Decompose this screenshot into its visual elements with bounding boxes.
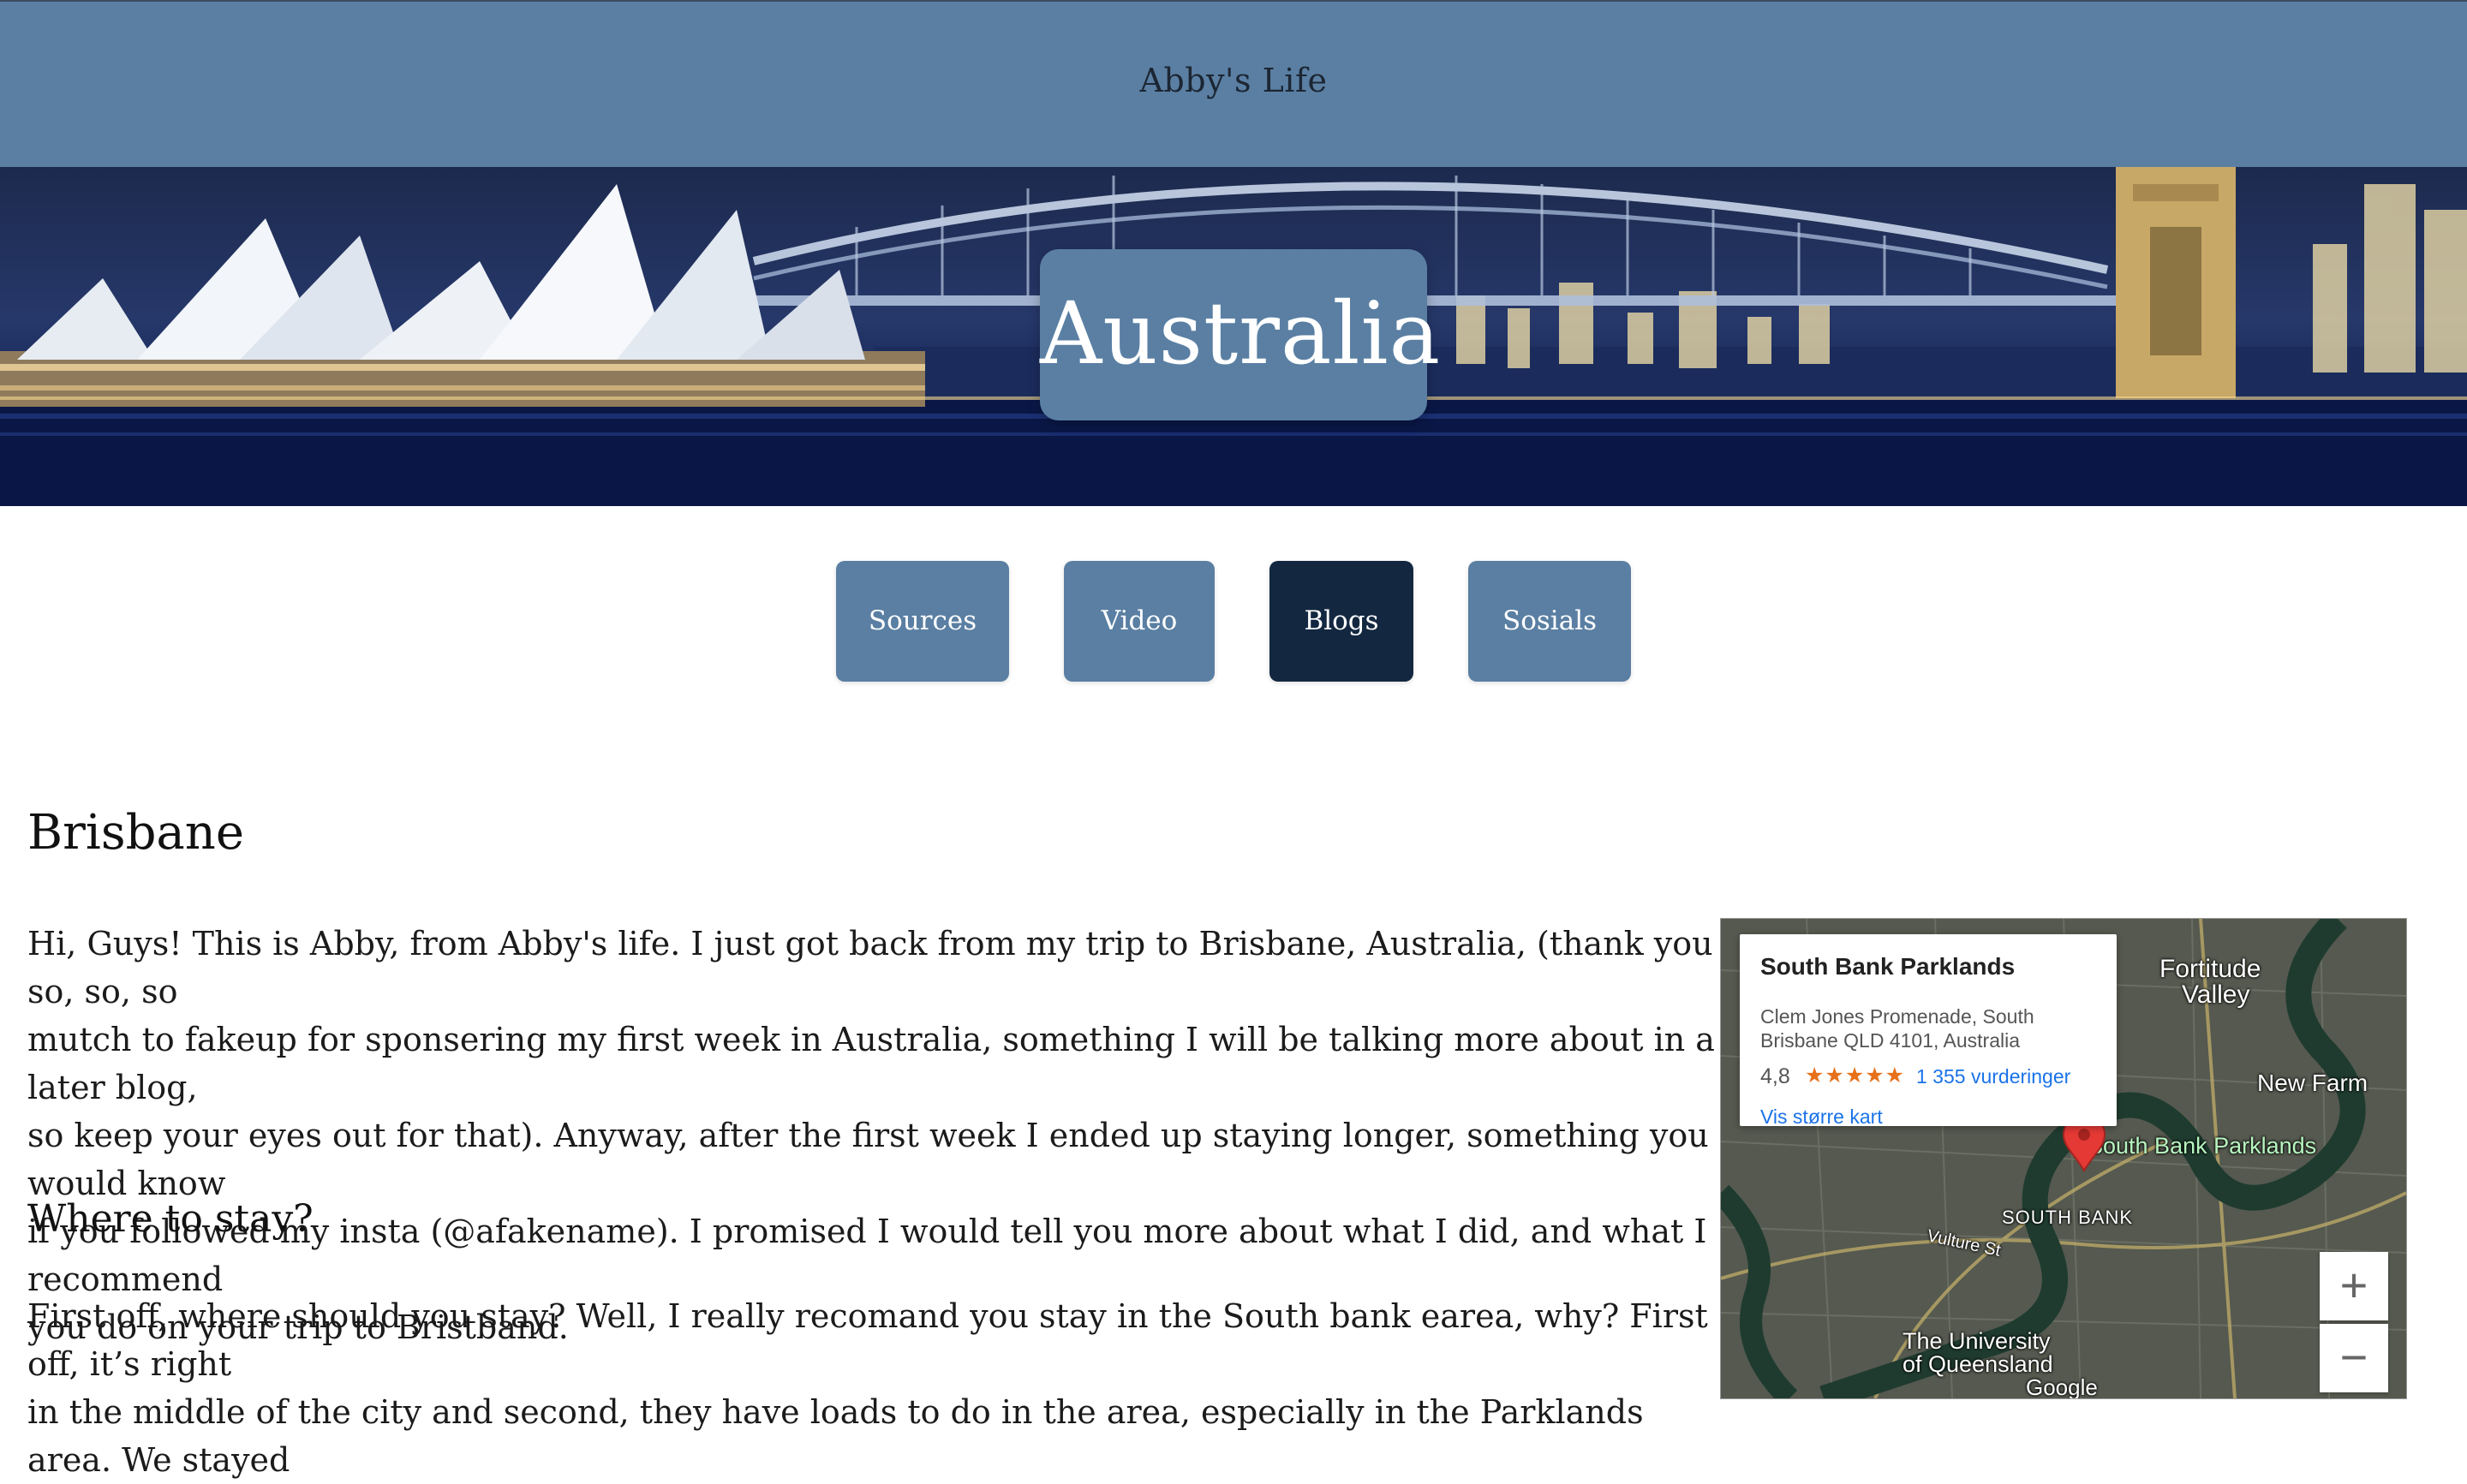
place-address-line: Brisbane QLD 4101, Australia: [1760, 1029, 2021, 1052]
embedded-map[interactable]: Fortitude Valley New Farm South Bank Par…: [1720, 918, 2407, 1399]
zoom-out-button[interactable]: −: [2320, 1324, 2388, 1392]
google-logo: Google: [2026, 1374, 2098, 1399]
section-line: First off, where should you stay? Well, …: [27, 1297, 1708, 1383]
larger-map-link[interactable]: Vis større kart: [1760, 1106, 1883, 1129]
hero-title: Australia: [1040, 283, 1442, 384]
post-intro-line: Hi, Guys! This is Abby, from Abby's life…: [27, 925, 1713, 1010]
hero-title-box: Australia: [1040, 249, 1442, 420]
map-label-parklands: South Bank Parklands: [2088, 1133, 2317, 1159]
site-header: Abby's Life: [0, 0, 2467, 167]
nav-button-blogs[interactable]: Blogs: [1269, 561, 1413, 682]
hero-banner: Australia: [0, 167, 2467, 506]
site-title[interactable]: Abby's Life: [0, 62, 2467, 99]
place-info-card: South Bank Parklands Clem Jones Promenad…: [1740, 934, 2117, 1129]
map-label-fortitude: Fortitude: [2159, 955, 2261, 983]
place-rating: 4,8: [1760, 1064, 1790, 1088]
nav-button-sources[interactable]: Sources: [836, 561, 1009, 682]
nav-button-sosials[interactable]: Sosials: [1468, 561, 1631, 682]
post-intro-line: mutch to fakeup for sponsering my first …: [27, 1021, 1715, 1106]
post-title: Brisbane: [27, 805, 245, 861]
star-rating-icon: ★★★★★: [1805, 1064, 1906, 1088]
reviews-link[interactable]: 1 355 vurderinger: [1916, 1065, 2070, 1088]
section-paragraph: First off, where should you stay? Well, …: [27, 1292, 1715, 1484]
nav-button-video[interactable]: Video: [1064, 561, 1215, 682]
place-address-line: Clem Jones Promenade, South: [1760, 1005, 2034, 1028]
map-label-south-bank: SOUTH BANK: [2002, 1207, 2134, 1228]
post-intro: Hi, Guys! This is Abby, from Abby's life…: [27, 920, 1715, 1351]
section-title: Where to stay?: [27, 1197, 314, 1241]
section-line: in the middle of the city and second, th…: [27, 1393, 1644, 1479]
zoom-in-button[interactable]: +: [2320, 1252, 2388, 1320]
map-label-new-farm: New Farm: [2257, 1070, 2368, 1096]
place-address: Clem Jones Promenade, South Brisbane QLD…: [1760, 1004, 2103, 1052]
map-label-valley: Valley: [2182, 980, 2250, 1009]
post-intro-line: so keep your eyes out for that). Anyway,…: [27, 1117, 1709, 1202]
place-name: South Bank Parklands: [1760, 953, 2016, 980]
